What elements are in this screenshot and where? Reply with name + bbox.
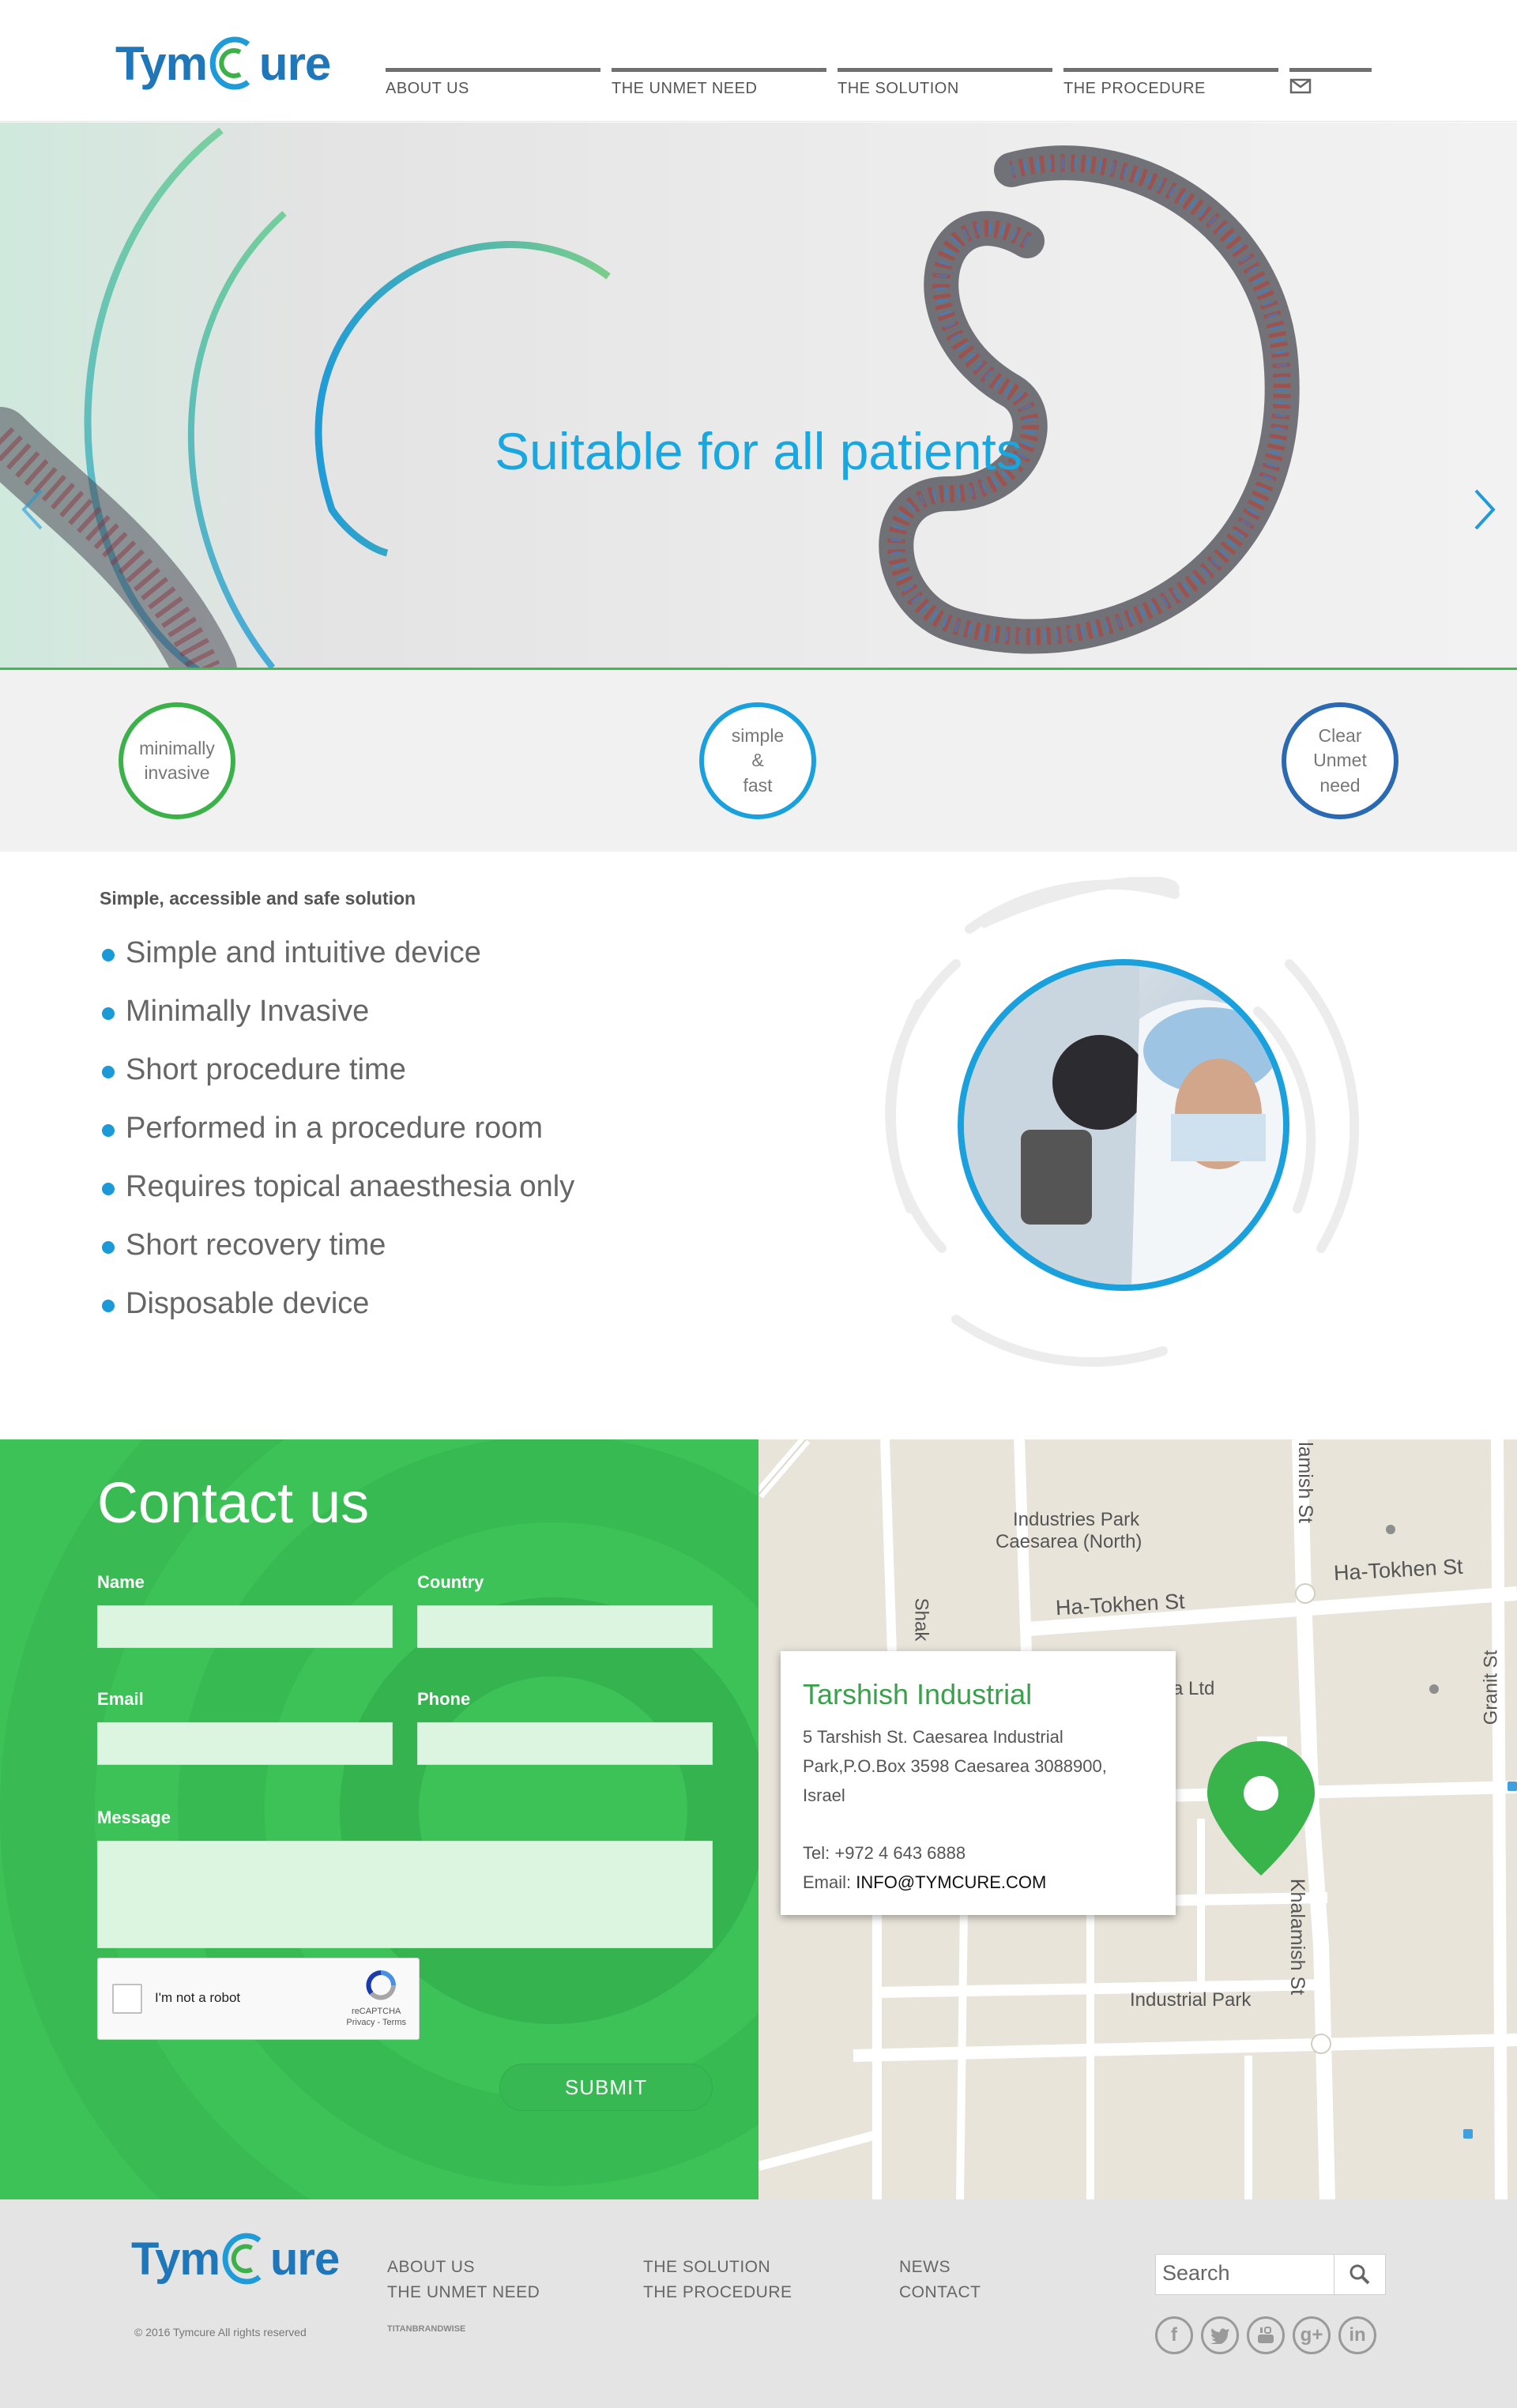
logo-text-pre: Tym: [115, 36, 208, 90]
hero-slider: Suitable for all patients: [0, 122, 1517, 670]
mail-icon: [1289, 78, 1312, 94]
address-line: Park,P.O.Box 3598 Caesarea 3088900,: [803, 1756, 1107, 1776]
footer-search: Search: [1155, 2254, 1386, 2295]
list-item: Minimally Invasive: [100, 995, 574, 1053]
logo-text-post: ure: [258, 36, 331, 90]
country-label: Country: [417, 1572, 484, 1592]
hero-illustration: [0, 127, 1300, 668]
name-field[interactable]: [97, 1605, 393, 1648]
recaptcha-widget: I'm not a robot reCAPTCHA Privacy - Term…: [97, 1958, 420, 2040]
contact-title: Contact us: [97, 1472, 370, 1535]
nav-about-us[interactable]: ABOUT US: [386, 68, 600, 98]
search-button[interactable]: [1334, 2255, 1385, 2294]
footer-link-unmet-need[interactable]: THE UNMET NEED: [387, 2283, 540, 2302]
nav-procedure[interactable]: THE PROCEDURE: [1063, 68, 1278, 98]
footer-link-procedure[interactable]: THE PROCEDURE: [643, 2283, 792, 2302]
list-item: Requires topical anaesthesia only: [100, 1170, 574, 1228]
email-line: Email: INFO@TYMCURE.COM: [803, 1868, 1154, 1897]
email-label: Email: [97, 1689, 144, 1709]
email-prefix: Email:: [803, 1872, 856, 1892]
recaptcha-checkbox[interactable]: [112, 1984, 142, 2014]
site-logo[interactable]: Tym ure: [115, 24, 331, 103]
address-line: Israel: [803, 1785, 845, 1805]
recaptcha-icon: [366, 1970, 396, 2000]
googleplus-icon[interactable]: g+: [1293, 2316, 1331, 2354]
logo-text-post: ure: [269, 2233, 340, 2285]
map-label-industries-park: Industries Park: [1013, 1509, 1140, 1530]
procedure-photo: [885, 877, 1360, 1367]
recaptcha-brand-name: reCAPTCHA: [352, 2007, 401, 2016]
phone-field[interactable]: [417, 1722, 713, 1765]
location-title: Tarshish Industrial: [803, 1678, 1033, 1710]
phone-number: Tel: +972 4 643 6888: [803, 1843, 966, 1863]
list-item: Simple and intuitive device: [100, 936, 574, 995]
map-label-industrial-park: Industrial Park: [1130, 1989, 1252, 2011]
map-label-caesarea-north: Caesarea (North): [996, 1531, 1142, 1552]
feature-clear-unmet-need: Clear Unmet need: [1282, 702, 1398, 819]
footer-link-news[interactable]: NEWS: [899, 2258, 950, 2277]
nav-unmet-need[interactable]: THE UNMET NEED: [612, 68, 826, 98]
map-label-khalamish-st: Khalamish St: [1286, 1878, 1309, 1996]
twitter-icon[interactable]: [1201, 2316, 1239, 2354]
map-label-ltd: a Ltd: [1173, 1678, 1215, 1699]
nav-solution[interactable]: THE SOLUTION: [838, 68, 1052, 98]
feature-minimally-invasive: minimally invasive: [119, 702, 235, 819]
location-info-card: Tarshish Industrial 5 Tarshish St. Caesa…: [781, 1651, 1176, 1915]
copyright-text: © 2016 Tymcure All rights reserved: [134, 2326, 307, 2338]
logo-text-pre: Tym: [131, 2233, 220, 2285]
list-item: Disposable device: [100, 1287, 574, 1345]
solution-subtitle: Simple, accessible and safe solution: [100, 888, 416, 909]
list-item: Short recovery time: [100, 1228, 574, 1287]
email-field[interactable]: [97, 1722, 393, 1765]
logo-c-mark: [221, 2229, 269, 2288]
message-label: Message: [97, 1808, 171, 1827]
solution-list: Simple and intuitive device Minimally In…: [100, 936, 574, 1345]
hero-title: Suitable for all patients: [495, 422, 1022, 480]
search-input[interactable]: Search: [1156, 2255, 1334, 2294]
map-label-granit-st: Granit St: [1480, 1650, 1502, 1725]
submit-button[interactable]: SUBMIT: [499, 2064, 713, 2111]
location-map[interactable]: Industries Park Caesarea (North) Ha-Tokh…: [758, 1439, 1517, 2199]
recaptcha-brand: reCAPTCHA Privacy - Terms: [346, 2006, 406, 2029]
facebook-icon[interactable]: f: [1155, 2316, 1193, 2354]
map-label-khalamish-top: lamish St: [1293, 1442, 1316, 1523]
map-label-shak: Shak: [910, 1597, 932, 1642]
phone-label: Phone: [417, 1689, 471, 1709]
nav-contact-mail[interactable]: [1289, 68, 1372, 98]
youtube-icon[interactable]: [1247, 2316, 1285, 2354]
footer-link-solution[interactable]: THE SOLUTION: [643, 2258, 770, 2277]
feature-strip: minimally invasive simple & fast Clear U…: [0, 670, 1517, 852]
recaptcha-label: I'm not a robot: [155, 1990, 241, 2005]
logo-c-mark: [209, 33, 258, 93]
message-field[interactable]: [97, 1841, 713, 1948]
social-links: f g+ in: [1155, 2316, 1384, 2354]
footer-link-about-us[interactable]: ABOUT US: [387, 2258, 475, 2277]
name-label: Name: [97, 1572, 145, 1592]
site-footer: Tym ure ABOUT US THE UNMET NEED THE SOLU…: [0, 2199, 1517, 2408]
credit-logo[interactable]: TITANBRANDWISE: [387, 2324, 465, 2334]
footer-logo[interactable]: Tym ure: [131, 2223, 340, 2294]
list-item: Short procedure time: [100, 1053, 574, 1112]
footer-link-contact[interactable]: CONTACT: [899, 2283, 981, 2302]
chevron-right-icon[interactable]: [1468, 486, 1500, 533]
main-nav: ABOUT US THE UNMET NEED THE SOLUTION THE…: [386, 68, 1372, 98]
address-line: 5 Tarshish St. Caesarea Industrial: [803, 1727, 1063, 1747]
search-icon: [1349, 2264, 1370, 2285]
feature-simple-fast: simple & fast: [699, 702, 816, 819]
contact-section: Contact us Name Country Email Phone Mess…: [0, 1439, 758, 2199]
site-header: Tym ure ABOUT US THE UNMET NEED THE SOLU…: [0, 0, 1517, 122]
country-field[interactable]: [417, 1605, 713, 1648]
list-item: Performed in a procedure room: [100, 1112, 574, 1170]
email-link[interactable]: INFO@TYMCURE.COM: [856, 1872, 1046, 1892]
linkedin-icon[interactable]: in: [1338, 2316, 1376, 2354]
chevron-left-icon[interactable]: [17, 486, 49, 533]
recaptcha-terms[interactable]: Privacy - Terms: [346, 2017, 406, 2028]
